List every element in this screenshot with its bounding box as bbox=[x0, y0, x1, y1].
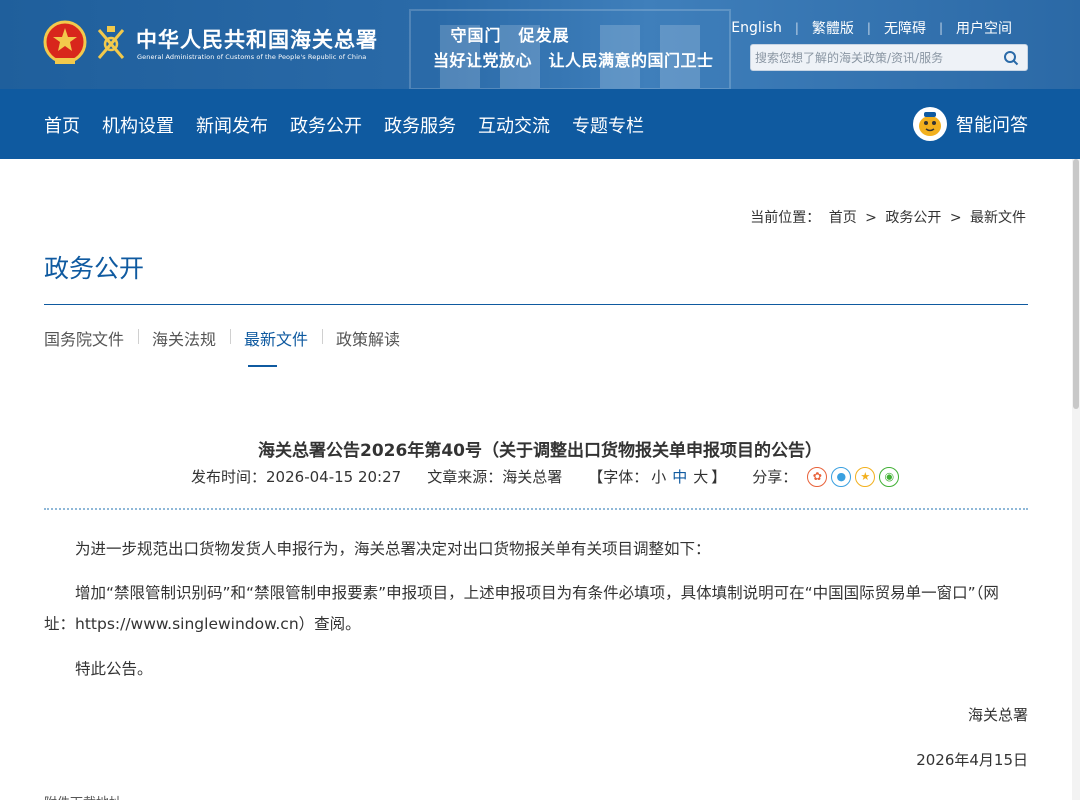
search-input[interactable] bbox=[751, 45, 991, 70]
link-accessibility[interactable]: 无障碍 bbox=[871, 18, 939, 38]
article-paragraph: 为进一步规范出口货物发货人申报行为，海关总署决定对出口货物报关单有关项目调整如下… bbox=[75, 540, 711, 558]
page-scrollbar[interactable] bbox=[1072, 159, 1080, 800]
breadcrumb-prefix: 当前位置： bbox=[750, 210, 821, 226]
header-banner: 中华人民共和国海关总署 General Administration of Cu… bbox=[0, 0, 1080, 89]
article-divider bbox=[44, 508, 1028, 510]
slogan-line-2: 当好让党放心 让人民满意的国门卫士 bbox=[433, 51, 714, 70]
font-size-label-open: 【字体： bbox=[588, 468, 649, 486]
search-box bbox=[750, 44, 1028, 71]
article-paragraph: 增加“禁限管制识别码”和“禁限管制申报要素”申报项目，上述申报项目为有条件必填项… bbox=[44, 584, 999, 633]
article-paragraph: 特此公告。 bbox=[75, 660, 153, 678]
font-size-small[interactable]: 小 bbox=[651, 466, 666, 487]
smart-qa-label: 智能问答 bbox=[956, 115, 1028, 136]
breadcrumb-separator: > bbox=[865, 210, 877, 226]
source-label: 文章来源： bbox=[427, 468, 503, 486]
link-traditional[interactable]: 繁體版 bbox=[799, 18, 867, 38]
search-icon[interactable] bbox=[1003, 50, 1019, 66]
section-divider bbox=[44, 304, 1028, 305]
breadcrumb-government-affairs[interactable]: 政务公开 bbox=[885, 210, 941, 226]
section-title: 政务公开 bbox=[44, 254, 145, 283]
font-size-large[interactable]: 大 bbox=[693, 466, 708, 487]
nav-news[interactable]: 新闻发布 bbox=[196, 112, 268, 138]
font-size-medium[interactable]: 中 bbox=[672, 466, 687, 487]
breadcrumb-latest-files[interactable]: 最新文件 bbox=[970, 210, 1026, 226]
attachment-link[interactable]: 附件下载地址 bbox=[44, 792, 122, 800]
tab-state-council-files[interactable]: 国务院文件 bbox=[44, 326, 138, 350]
nav-organization[interactable]: 机构设置 bbox=[102, 112, 174, 138]
publish-time: 2026-04-15 20:27 bbox=[266, 467, 402, 486]
breadcrumb: 当前位置： 首页 > 政务公开 > 最新文件 bbox=[748, 207, 1028, 227]
nav-home[interactable]: 首页 bbox=[44, 112, 80, 138]
qq-share-icon[interactable]: ● bbox=[831, 466, 852, 487]
font-size-label-close: 】 bbox=[711, 468, 727, 486]
wechat-share-icon[interactable]: ◉ bbox=[879, 466, 900, 487]
article-signature: 海关总署 bbox=[967, 706, 1028, 724]
tab-policy-interpretation[interactable]: 政策解读 bbox=[322, 326, 414, 350]
article-meta: 发布时间： 2026-04-15 20:27 文章来源： 海关总署 【字体： 小… bbox=[191, 466, 903, 487]
tab-customs-regulations[interactable]: 海关法规 bbox=[138, 326, 230, 350]
nav-interaction[interactable]: 互动交流 bbox=[478, 112, 550, 138]
main-nav: 首页 机构设置 新闻发布 政务公开 政务服务 互动交流 专题专栏 智能问答 bbox=[0, 89, 1080, 159]
section-tabs: 国务院文件 海关法规 最新文件 政策解读 bbox=[44, 326, 414, 367]
qzone-share-icon[interactable]: ★ bbox=[855, 466, 876, 487]
nav-government-affairs[interactable]: 政务公开 bbox=[290, 112, 362, 138]
smart-qa-button[interactable]: 智能问答 bbox=[912, 106, 1028, 142]
link-user-space[interactable]: 用户空间 bbox=[943, 18, 1025, 38]
weibo-share-icon[interactable]: ✿ bbox=[807, 466, 828, 487]
tab-latest-files[interactable]: 最新文件 bbox=[230, 326, 322, 367]
breadcrumb-separator: > bbox=[949, 210, 962, 226]
nav-special-topics[interactable]: 专题专栏 bbox=[572, 112, 644, 138]
site-logo-subtitle: General Administration of Customs of the… bbox=[137, 53, 367, 61]
scrollbar-thumb[interactable] bbox=[1073, 159, 1079, 409]
breadcrumb-home[interactable]: 首页 bbox=[829, 210, 857, 226]
publish-time-label: 发布时间： bbox=[191, 468, 267, 486]
mascot-icon bbox=[913, 107, 947, 141]
link-english[interactable]: English bbox=[718, 20, 795, 36]
source: 海关总署 bbox=[502, 468, 563, 486]
nav-government-services[interactable]: 政务服务 bbox=[384, 112, 456, 138]
share-icons: ✿ ● ★ ◉ bbox=[807, 466, 903, 487]
top-links: English | 繁體版 | 无障碍 | 用户空间 bbox=[718, 18, 1025, 38]
article-title: 海关总署公告2026年第40号（关于调整出口货物报关单申报项目的公告） bbox=[258, 441, 822, 461]
share-label: 分享： bbox=[752, 468, 798, 486]
article-date: 2026年4月15日 bbox=[916, 751, 1028, 769]
